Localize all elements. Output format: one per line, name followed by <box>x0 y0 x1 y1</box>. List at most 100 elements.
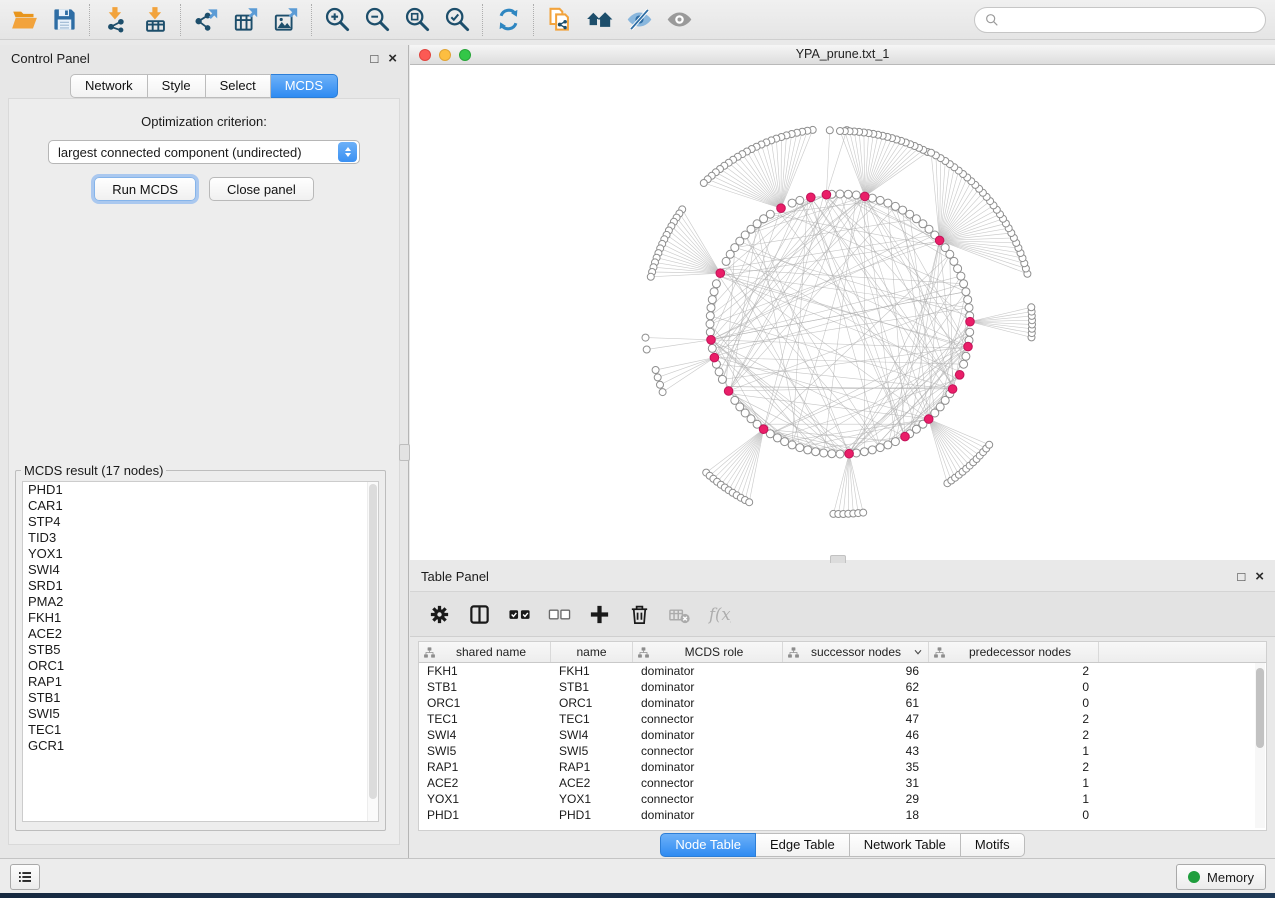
network-edge[interactable] <box>770 200 880 214</box>
table-cell[interactable]: connector <box>633 792 783 806</box>
network-node[interactable] <box>941 244 949 252</box>
mcds-list-scrollbar[interactable] <box>367 482 378 821</box>
network-node[interactable] <box>860 509 867 516</box>
network-edge[interactable] <box>854 132 865 197</box>
table-cell[interactable]: 47 <box>783 712 929 726</box>
table-cell[interactable]: 2 <box>929 760 1099 774</box>
network-hub-node[interactable] <box>759 425 768 434</box>
network-node[interactable] <box>884 441 892 449</box>
network-edge[interactable] <box>850 131 865 196</box>
network-hub-node[interactable] <box>861 192 870 201</box>
table-row[interactable]: YOX1YOX1connector291 <box>419 791 1266 807</box>
close-mcds-panel-button[interactable]: Close panel <box>209 177 314 201</box>
table-cell[interactable]: 43 <box>783 744 929 758</box>
table-cell[interactable]: 62 <box>783 680 929 694</box>
vertical-splitter-handle[interactable] <box>399 444 410 461</box>
network-node[interactable] <box>812 448 820 456</box>
table-row[interactable]: SWI4SWI4dominator462 <box>419 727 1266 743</box>
table-cell[interactable]: 2 <box>929 664 1099 678</box>
network-node[interactable] <box>836 450 844 458</box>
import-network-button[interactable] <box>95 3 135 37</box>
table-cell[interactable]: 2 <box>929 728 1099 742</box>
network-edge[interactable] <box>677 218 721 274</box>
network-hub-node[interactable] <box>777 204 786 213</box>
column-header-successor-nodes[interactable]: successor nodes <box>783 642 929 662</box>
search-box[interactable] <box>974 7 1266 33</box>
table-cell[interactable]: dominator <box>633 696 783 710</box>
delete-columns-button[interactable] <box>628 603 651 626</box>
network-edge[interactable] <box>664 239 720 273</box>
duplicate-network-button[interactable] <box>539 3 579 37</box>
run-mcds-button[interactable]: Run MCDS <box>94 177 196 201</box>
close-panel-icon[interactable]: × <box>388 52 397 65</box>
save-session-button[interactable] <box>44 3 84 37</box>
table-cell[interactable]: PHD1 <box>551 808 633 822</box>
table-cell[interactable]: connector <box>633 744 783 758</box>
column-header-mcds-role[interactable]: MCDS role <box>633 642 783 662</box>
network-hub-node[interactable] <box>948 385 957 394</box>
table-cell[interactable]: 35 <box>783 760 929 774</box>
network-node[interactable] <box>781 438 789 446</box>
close-table-panel-icon[interactable]: × <box>1255 570 1264 583</box>
network-node[interactable] <box>788 199 796 207</box>
mcds-result-item[interactable]: STB5 <box>23 642 378 658</box>
tab-node-table[interactable]: Node Table <box>660 833 756 857</box>
network-hub-node[interactable] <box>935 236 944 245</box>
scrollbar-thumb[interactable] <box>369 484 377 799</box>
column-header-name[interactable]: name <box>551 642 633 662</box>
export-table-button[interactable] <box>226 3 266 37</box>
network-node[interactable] <box>657 381 664 388</box>
network-edge[interactable] <box>720 169 781 208</box>
network-edge[interactable] <box>651 273 721 277</box>
tab-select[interactable]: Select <box>206 74 271 98</box>
network-edge[interactable] <box>800 200 905 436</box>
network-edge[interactable] <box>824 195 857 453</box>
table-cell[interactable]: YOX1 <box>551 792 633 806</box>
network-node[interactable] <box>868 194 876 202</box>
hide-selected-button[interactable] <box>619 3 659 37</box>
network-edge[interactable] <box>929 419 974 462</box>
network-node[interactable] <box>643 346 650 353</box>
network-edge[interactable] <box>729 163 781 209</box>
network-node[interactable] <box>788 441 796 449</box>
table-cell[interactable]: 0 <box>929 680 1099 694</box>
network-node[interactable] <box>796 196 804 204</box>
network-edge[interactable] <box>711 340 968 349</box>
network-node[interactable] <box>647 273 654 280</box>
mcds-result-item[interactable]: SRD1 <box>23 578 378 594</box>
network-node[interactable] <box>1028 304 1035 311</box>
network-hub-node[interactable] <box>964 342 973 351</box>
network-edge[interactable] <box>747 152 781 209</box>
network-node[interactable] <box>966 328 974 336</box>
network-node[interactable] <box>876 196 884 204</box>
network-node[interactable] <box>708 296 716 304</box>
network-hub-node[interactable] <box>845 449 854 458</box>
mcds-result-item[interactable]: ORC1 <box>23 658 378 674</box>
export-image-button[interactable] <box>266 3 306 37</box>
show-column-panel-button[interactable] <box>468 603 491 626</box>
network-edge[interactable] <box>838 454 849 514</box>
tab-network[interactable]: Network <box>70 74 148 98</box>
network-node[interactable] <box>718 375 726 383</box>
network-node[interactable] <box>715 368 723 376</box>
import-table-button[interactable] <box>135 3 175 37</box>
network-node[interactable] <box>652 367 659 374</box>
network-edge[interactable] <box>713 429 763 479</box>
network-node[interactable] <box>659 389 666 396</box>
select-all-columns-button[interactable] <box>508 603 531 626</box>
network-hub-node[interactable] <box>966 317 975 326</box>
network-hub-node[interactable] <box>955 371 964 380</box>
network-edge[interactable] <box>712 176 781 208</box>
mcds-result-item[interactable]: CAR1 <box>23 498 378 514</box>
network-edge[interactable] <box>710 196 865 324</box>
table-cell[interactable]: ACE2 <box>419 776 551 790</box>
table-cell[interactable]: connector <box>633 712 783 726</box>
network-edge[interactable] <box>950 254 953 389</box>
table-cell[interactable]: 29 <box>783 792 929 806</box>
memory-button[interactable]: Memory <box>1176 864 1266 890</box>
network-node[interactable] <box>891 438 899 446</box>
criterion-select[interactable]: largest connected component (undirected) <box>48 140 360 164</box>
network-node[interactable] <box>642 334 649 341</box>
network-node[interactable] <box>707 304 715 312</box>
network-edge[interactable] <box>936 155 940 240</box>
